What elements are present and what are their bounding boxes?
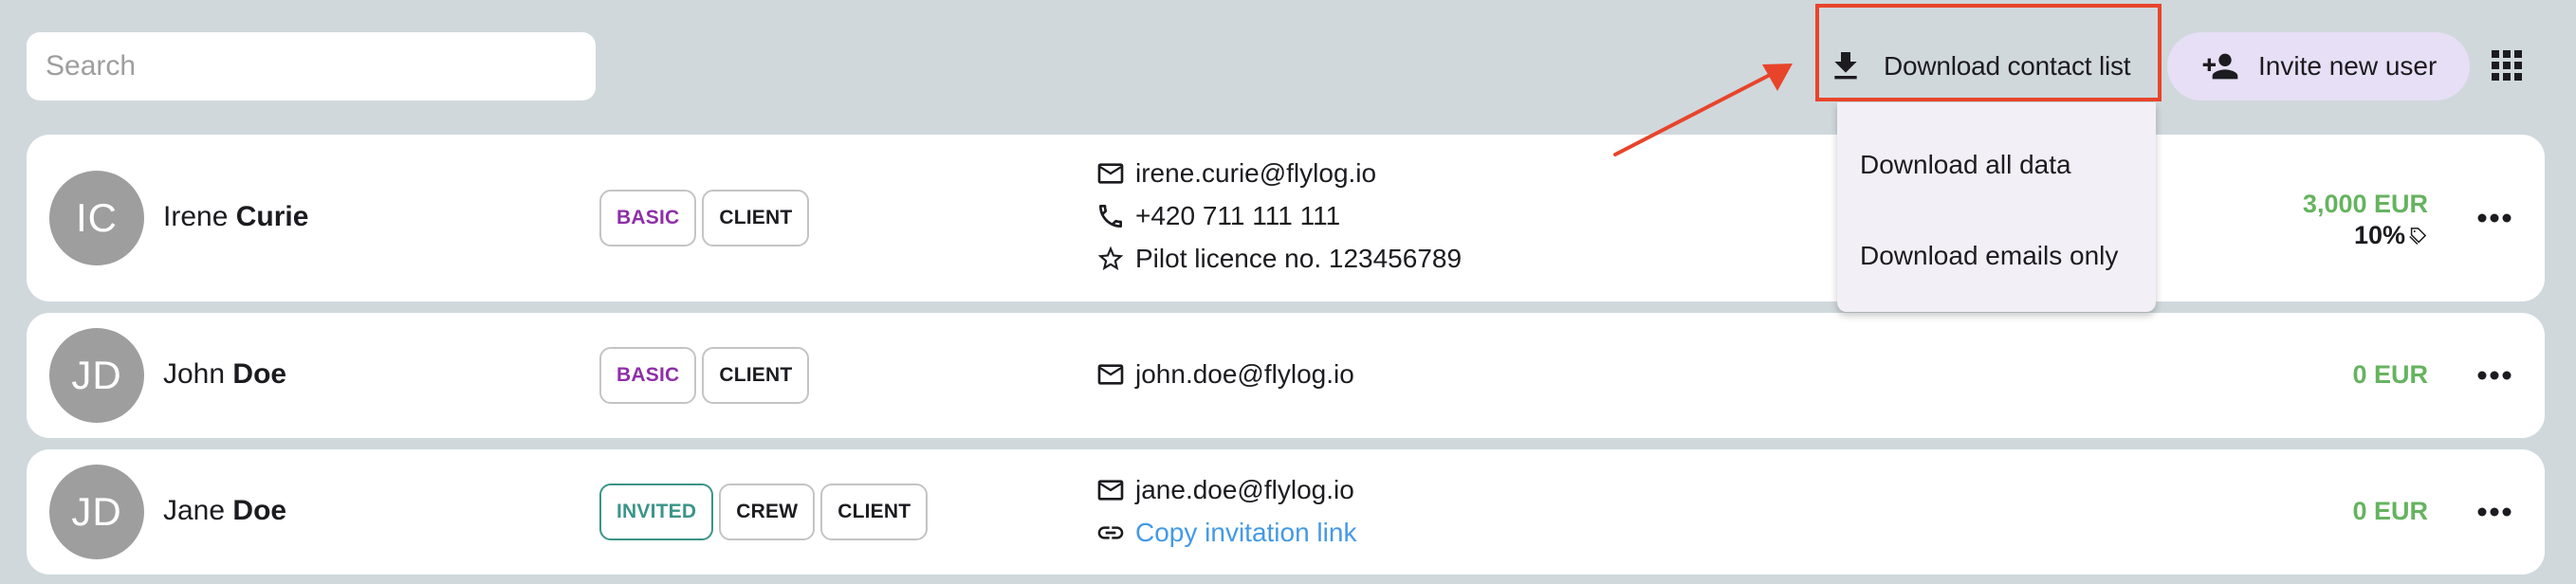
last-name: Doe [232, 358, 287, 390]
avatar: JD [49, 328, 144, 423]
search-input[interactable] [27, 32, 596, 100]
more-options-button[interactable] [2464, 489, 2525, 535]
email-text: jane.doe@flylog.io [1135, 474, 1354, 504]
badge-basic: BASIC [599, 190, 697, 246]
more-horizontal-icon [2477, 371, 2512, 380]
tag-icon [2409, 227, 2427, 245]
invite-new-user-button[interactable]: Invite new user [2167, 32, 2470, 100]
price-amount: 3,000 EUR [2302, 190, 2428, 218]
last-name: Curie [235, 201, 309, 232]
badge-list: INVITED CREW CLIENT [599, 484, 929, 540]
contact-info: jane.doe@flylog.io Copy invitation link [1095, 468, 1356, 554]
download-icon [1834, 52, 1857, 80]
more-horizontal-icon [2477, 507, 2512, 517]
badge-invited: INVITED [599, 484, 714, 540]
more-options-button[interactable] [2464, 195, 2525, 241]
last-name: Doe [232, 495, 287, 526]
badge-list: BASIC CLIENT [599, 347, 810, 404]
price-block: 0 EUR [2352, 497, 2428, 526]
price-amount: 0 EUR [2352, 497, 2428, 525]
apps-grid-button[interactable] [2487, 46, 2529, 87]
download-menu: Download all data Download emails only [1837, 102, 2156, 312]
badge-client: CLIENT [702, 347, 810, 404]
contact-info: john.doe@flylog.io [1095, 353, 1354, 395]
badge-crew: CREW [719, 484, 816, 540]
invite-new-user-label: Invite new user [2258, 51, 2438, 81]
avatar: JD [49, 465, 144, 559]
licence-line: Pilot licence no. 123456789 [1095, 237, 1462, 280]
first-name: Jane [163, 495, 226, 526]
mail-icon [1097, 363, 1124, 385]
phone-line: +420 711 111 111 [1095, 194, 1462, 237]
user-name: Jane Doe [163, 495, 286, 527]
user-row[interactable]: IC Irene Curie BASIC CLIENT irene.curie@… [27, 135, 2545, 301]
email-text: irene.curie@flylog.io [1135, 157, 1377, 188]
copy-invitation-link[interactable]: Copy invitation link [1095, 511, 1356, 554]
email-line: irene.curie@flylog.io [1095, 152, 1462, 194]
price-amount: 0 EUR [2352, 360, 2428, 389]
mail-icon [1097, 162, 1124, 184]
copy-invitation-link-text: Copy invitation link [1135, 517, 1357, 547]
menu-item-download-emails-only[interactable]: Download emails only [1837, 210, 2156, 301]
first-name: John [163, 358, 226, 390]
discount-value: 10% [2353, 221, 2405, 249]
avatar: IC [49, 171, 144, 265]
email-text: john.doe@flylog.io [1135, 358, 1354, 389]
contact-info: irene.curie@flylog.io +420 711 111 111 P… [1095, 152, 1462, 280]
star-icon [1097, 246, 1124, 270]
person-add-icon [2202, 53, 2238, 80]
user-row[interactable]: JD Jane Doe INVITED CREW CLIENT jane.doe… [27, 449, 2545, 575]
phone-icon [1099, 204, 1122, 228]
phone-text: +420 711 111 111 [1135, 200, 1341, 230]
download-contact-list-button[interactable]: Download contact list [1819, 32, 2157, 100]
more-horizontal-icon [2477, 213, 2512, 223]
price-block: 0 EUR [2352, 360, 2428, 390]
badge-client: CLIENT [820, 484, 929, 540]
grid-icon [2492, 50, 2522, 81]
link-icon [1097, 525, 1124, 539]
email-line: john.doe@flylog.io [1095, 353, 1354, 395]
user-name: Irene Curie [163, 201, 308, 233]
menu-item-download-all-data[interactable]: Download all data [1837, 119, 2156, 210]
discount: 10% [2303, 221, 2428, 250]
more-options-button[interactable] [2464, 353, 2525, 398]
download-contact-list-label: Download contact list [1884, 51, 2131, 81]
email-line: jane.doe@flylog.io [1095, 468, 1356, 511]
badge-list: BASIC CLIENT [599, 190, 810, 246]
user-row[interactable]: JD John Doe BASIC CLIENT john.doe@flylog… [27, 313, 2545, 438]
badge-basic: BASIC [599, 347, 697, 404]
mail-icon [1097, 479, 1124, 501]
price-block: 3,000 EUR 10% [2303, 190, 2428, 250]
first-name: Irene [163, 201, 229, 232]
licence-text: Pilot licence no. 123456789 [1135, 243, 1463, 273]
badge-client: CLIENT [702, 190, 810, 246]
user-name: John Doe [163, 358, 286, 391]
